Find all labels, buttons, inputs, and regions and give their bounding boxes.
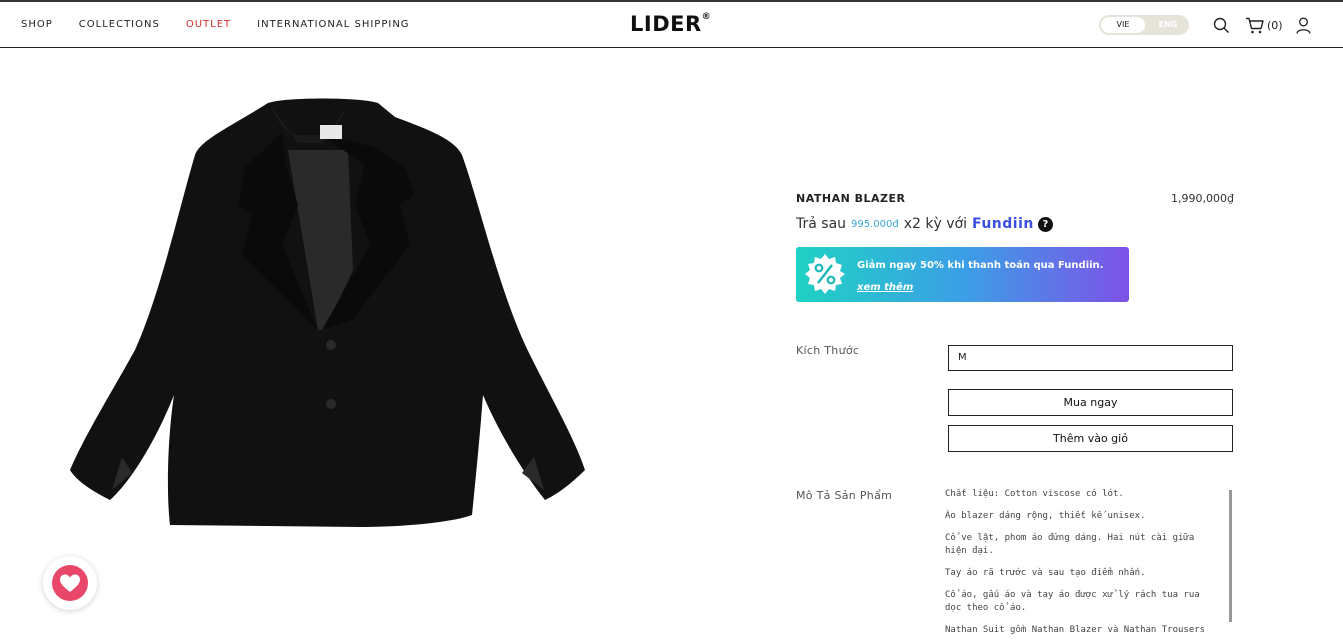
promo-banner[interactable]: Giảm ngay 50% khi thanh toán qua Fundiin… — [796, 247, 1129, 302]
installment-prefix: Trả sau — [796, 216, 847, 232]
fundiin-logo: Fundiin — [971, 216, 1034, 232]
description-paragraph: Cổ áo, gấu áo và tay áo được xử lý rách … — [945, 590, 1200, 613]
description-panel[interactable]: Chất liệu: Cotton viscose có lót. Áo bla… — [945, 488, 1225, 642]
size-select[interactable]: M — [948, 345, 1233, 371]
product-title: NATHAN BLAZER — [796, 192, 906, 205]
description-paragraph: Tay áo rã trước và sau tạo điểm nhấn. — [945, 568, 1146, 578]
size-label: Kích Thước — [796, 344, 860, 357]
add-to-cart-button[interactable]: Thêm vào giỏ — [948, 425, 1233, 452]
lang-option-vie[interactable]: VIE — [1101, 17, 1145, 33]
language-toggle[interactable]: VIE ENG — [1099, 15, 1189, 35]
lang-option-eng[interactable]: ENG — [1151, 17, 1185, 33]
installment-suffix: x2 kỳ với — [903, 216, 967, 232]
nav-shop[interactable]: SHOP — [21, 19, 53, 30]
heart-icon — [60, 574, 80, 592]
site-header: SHOP COLLECTIONS OUTLET INTERNATIONAL SH… — [0, 2, 1343, 48]
promo-message: Giảm ngay 50% khi thanh toán qua Fundiin… — [857, 260, 1104, 271]
cart-button[interactable]: (0) — [1245, 14, 1287, 36]
nav-outlet[interactable]: OUTLET — [186, 19, 231, 30]
search-button[interactable] — [1213, 14, 1233, 36]
nav-international-shipping[interactable]: INTERNATIONAL SHIPPING — [257, 19, 409, 30]
main-nav: SHOP COLLECTIONS OUTLET INTERNATIONAL SH… — [21, 19, 436, 30]
promo-see-more-link[interactable]: xem thêm — [857, 282, 913, 293]
product-price: 1,990,000₫ — [1171, 192, 1234, 205]
search-icon — [1213, 17, 1229, 33]
description-scrollbar[interactable] — [1229, 490, 1232, 622]
description-paragraph: Chất liệu: Cotton viscose có lót. — [945, 489, 1124, 499]
installment-amount: 995.000đ — [851, 218, 899, 230]
promo-text: Giảm ngay 50% khi thanh toán qua Fundiin… — [857, 255, 1125, 299]
installment-offer: Trả sau 995.000đ x2 kỳ với Fundiin ? — [796, 216, 1053, 232]
description-paragraph: Cổ ve lật, phom áo đứng dáng. Hai nút cà… — [945, 533, 1195, 556]
cart-icon — [1246, 17, 1264, 33]
help-icon[interactable]: ? — [1037, 216, 1053, 232]
wishlist-badge — [52, 565, 88, 601]
account-button[interactable] — [1296, 14, 1314, 36]
registered-mark: ® — [701, 12, 712, 22]
user-icon — [1296, 17, 1311, 34]
description-paragraph: Áo blazer dáng rộng, thiết kế unisex. — [945, 511, 1146, 521]
product-image[interactable] — [60, 95, 600, 535]
blazer-image — [70, 98, 585, 527]
buy-now-button[interactable]: Mua ngay — [948, 389, 1233, 416]
brand-logo-text: LIDER — [630, 12, 702, 36]
nav-collections[interactable]: COLLECTIONS — [79, 19, 160, 30]
cart-count: (0) — [1267, 18, 1283, 32]
description-label: Mô Tả Sản Phẩm — [796, 489, 893, 502]
wishlist-button[interactable] — [43, 556, 97, 610]
description-paragraph: Nathan Suit gồm Nathan Blazer và Nathan … — [945, 625, 1206, 635]
brand-logo[interactable]: LIDER® — [630, 12, 711, 36]
discount-percent-icon — [805, 254, 845, 294]
